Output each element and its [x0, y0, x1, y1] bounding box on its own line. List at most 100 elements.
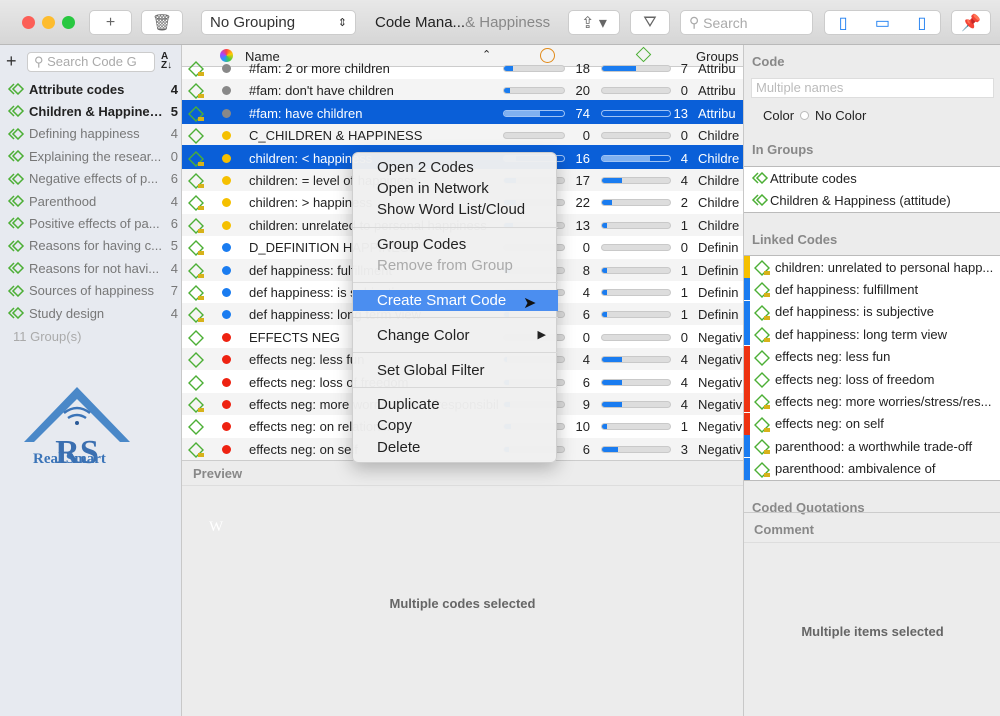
- code-name: #fam: 2 or more children: [249, 61, 390, 76]
- menu-item[interactable]: Set Global Filter: [353, 360, 558, 381]
- menu-item-label: Set Global Filter: [377, 362, 485, 379]
- code-name-input[interactable]: Multiple names: [751, 78, 994, 98]
- menu-item[interactable]: Group Codes: [353, 234, 558, 255]
- linked-code-item[interactable]: parenthood: ambivalence of: [744, 457, 1000, 480]
- mouse-cursor-icon: ➤: [523, 295, 537, 312]
- pin-button[interactable]: 📌: [951, 10, 991, 35]
- add-group-button[interactable]: +: [6, 51, 17, 72]
- sidebar-group-item[interactable]: Negative effects of p... 6: [0, 168, 182, 190]
- menu-item-label: Show Word List/Cloud: [377, 201, 526, 218]
- linked-code-item[interactable]: effects neg: loss of freedom: [744, 368, 1000, 390]
- group-search-placeholder: Search Code G: [47, 54, 137, 69]
- menu-item[interactable]: Copy: [353, 415, 558, 436]
- menu-item-label: Change Color: [377, 327, 470, 344]
- code-icon: [754, 439, 770, 456]
- minimize-window-button[interactable]: [42, 16, 55, 29]
- logo-text: Real Smart: [33, 451, 106, 467]
- color-dot: [222, 377, 231, 387]
- color-dot: [222, 131, 231, 141]
- share-button[interactable]: ⇪ ▾: [568, 10, 620, 35]
- groups-cell: Negativ: [698, 397, 743, 412]
- linked-code-item[interactable]: def happiness: fulfillment: [744, 278, 1000, 301]
- linked-code-item[interactable]: effects neg: more worries/stress/res...: [744, 390, 1000, 413]
- quotations-count: 6: [582, 441, 590, 457]
- filter-button[interactable]: ⛛: [630, 10, 670, 35]
- linked-code-item[interactable]: parenthood: a worthwhile trade-off: [744, 435, 1000, 458]
- menu-item[interactable]: Change Color ▶: [353, 325, 558, 346]
- table-row[interactable]: #fam: 2 or more children 18 7 Attribu: [182, 57, 743, 79]
- right-sidebar-toggle-icon[interactable]: ▯: [917, 13, 926, 33]
- no-color-radio[interactable]: [800, 111, 809, 120]
- sidebar-group-item[interactable]: Defining happiness 4: [0, 123, 182, 145]
- search-field[interactable]: ⚲ Search: [680, 10, 813, 35]
- quotations-count: 8: [582, 262, 590, 278]
- groups-cell: Childre: [698, 150, 740, 166]
- menu-item[interactable]: Duplicate: [353, 394, 558, 415]
- linked-codes-list: children: unrelated to personal happ... d…: [744, 255, 1000, 481]
- linked-code-item[interactable]: effects neg: on self: [744, 412, 1000, 435]
- menu-separator: [353, 282, 558, 283]
- color-stripe: [744, 345, 750, 368]
- in-group-item[interactable]: Children & Happiness (attitude): [744, 189, 1000, 211]
- sidebar-group-item[interactable]: Children & Happines... 5: [0, 100, 182, 122]
- menu-item[interactable]: Show Word List/Cloud: [353, 199, 558, 220]
- code-icon: [754, 416, 770, 433]
- linked-code-label: effects neg: on self: [775, 416, 884, 432]
- quotations-count: 9: [582, 397, 590, 412]
- group-count-badge: 6: [170, 215, 178, 231]
- links-count: 4: [680, 173, 688, 188]
- sidebar-group-item[interactable]: Sources of happiness 7: [0, 280, 182, 302]
- sidebar-group-item[interactable]: Reasons for having c... 5: [0, 235, 182, 257]
- left-sidebar-toggle-icon[interactable]: ▯: [839, 13, 848, 33]
- view-toggle-group: ▯ ▭ ▯: [824, 10, 941, 35]
- delete-button[interactable]: 🗑: [141, 10, 183, 35]
- color-dot: [222, 422, 231, 432]
- table-row[interactable]: C_CHILDREN & HAPPINESS 0 0 Childre: [182, 124, 743, 147]
- sort-az-icon[interactable]: A Z↓: [161, 52, 172, 71]
- quotations-bar: [503, 109, 565, 117]
- bottom-panel-toggle-icon[interactable]: ▭: [875, 13, 890, 33]
- in-group-item[interactable]: Attribute codes: [744, 167, 1000, 189]
- links-count: 4: [680, 352, 688, 368]
- links-count: 0: [680, 128, 688, 144]
- sidebar-group-item[interactable]: Study design 4: [0, 302, 182, 324]
- color-dot: [222, 444, 231, 454]
- menu-item[interactable]: Create Smart Code ➤: [353, 290, 558, 312]
- group-label: Study design: [29, 305, 105, 321]
- sidebar-group-item[interactable]: Explaining the resear... 0: [0, 145, 182, 167]
- group-search-input[interactable]: ⚲ Search Code G: [27, 52, 155, 72]
- add-code-button[interactable]: +: [89, 10, 132, 35]
- menu-item[interactable]: Delete: [353, 437, 558, 458]
- group-label: Children & Happiness (attitude): [770, 192, 951, 208]
- groups-cell: Negativ: [698, 374, 743, 390]
- menu-separator: [353, 387, 558, 388]
- search-placeholder: Search: [703, 14, 748, 31]
- zoom-window-button[interactable]: [62, 16, 75, 29]
- linked-code-item[interactable]: def happiness: long term view: [744, 323, 1000, 346]
- code-icon: [188, 150, 204, 167]
- group-label: Positive effects of pa...: [29, 215, 160, 231]
- menu-item[interactable]: Open 2 Codes: [353, 157, 558, 178]
- linked-code-item[interactable]: children: unrelated to personal happ...: [744, 256, 1000, 278]
- code-group-icon: [7, 239, 25, 252]
- code-icon: [188, 441, 204, 458]
- grouping-select[interactable]: No Grouping ⇕: [201, 10, 356, 35]
- sidebar-group-item[interactable]: Parenthood 4: [0, 190, 182, 212]
- sidebar-group-item[interactable]: Positive effects of pa... 6: [0, 212, 182, 234]
- color-stripe: [744, 256, 750, 278]
- sidebar-group-item[interactable]: Reasons for not havi... 4: [0, 257, 182, 279]
- table-row[interactable]: #fam: don't have children 20 0 Attribu: [182, 79, 743, 102]
- quotations-count: 74: [575, 105, 590, 121]
- color-stripe: [744, 457, 750, 480]
- table-row[interactable]: #fam: have children 74 13 Attribu: [182, 99, 743, 126]
- code-icon: [754, 260, 770, 276]
- sidebar-group-item[interactable]: Attribute codes 4: [0, 78, 182, 100]
- search-icon: ⚲: [689, 14, 704, 30]
- menu-item[interactable]: Open in Network: [353, 178, 558, 199]
- linked-code-item[interactable]: effects neg: less fun: [744, 345, 1000, 368]
- linked-code-item[interactable]: def happiness: is subjective: [744, 300, 1000, 323]
- close-window-button[interactable]: [22, 16, 35, 29]
- links-count: 0: [680, 240, 688, 256]
- code-group-icon: [751, 194, 769, 206]
- color-dot: [222, 355, 231, 365]
